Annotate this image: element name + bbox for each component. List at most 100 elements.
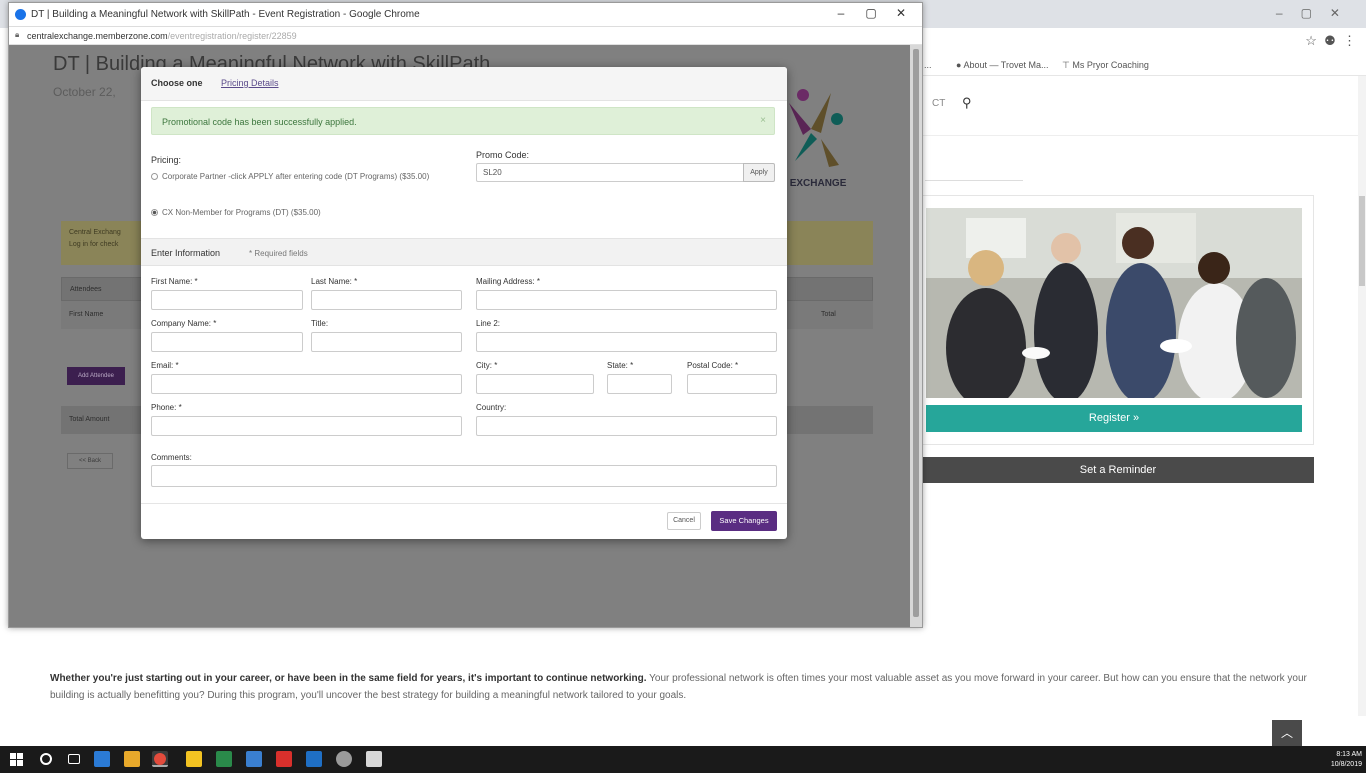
- close-icon[interactable]: ×: [760, 115, 766, 126]
- radio-selected-icon[interactable]: [151, 209, 158, 216]
- state-field[interactable]: [607, 374, 672, 394]
- line2-label: Line 2:: [476, 319, 501, 328]
- star-and-profile-icons[interactable]: ☆ ⚉ ⋮: [1305, 33, 1356, 49]
- scrollbar-thumb[interactable]: [913, 49, 919, 617]
- site-nav: CT ⚲: [922, 76, 1366, 136]
- postal-code-field[interactable]: [687, 374, 777, 394]
- close-icon[interactable]: ✕: [886, 6, 916, 20]
- city-label: City: *: [476, 361, 498, 370]
- networking-photo: [926, 208, 1302, 398]
- windows-taskbar: 8:13 AM 10/8/2019: [0, 746, 1366, 773]
- background-window-controls[interactable]: –▢✕: [1276, 6, 1358, 20]
- comments-label: Comments:: [151, 453, 192, 462]
- country-label: Country:: [476, 403, 507, 412]
- photos-icon[interactable]: [366, 751, 382, 767]
- popup-window-title: DT | Building a Meaningful Network with …: [31, 9, 420, 20]
- bookmark-item[interactable]: ...: [924, 60, 932, 70]
- chrome-icon: [15, 9, 26, 20]
- page-scrollbar[interactable]: [1358, 76, 1366, 716]
- radio-icon[interactable]: [151, 173, 158, 180]
- email-label: Email: *: [151, 361, 179, 370]
- company-name-label: Company Name: *: [151, 319, 217, 328]
- registration-popup-window: DT | Building a Meaningful Network with …: [8, 2, 923, 628]
- cortana-icon[interactable]: [40, 753, 52, 765]
- set-reminder-button[interactable]: Set a Reminder: [922, 457, 1314, 483]
- nav-tail-text[interactable]: CT: [932, 98, 945, 109]
- scrollbar-thumb[interactable]: [1359, 196, 1365, 286]
- first-name-label: First Name: *: [151, 277, 198, 286]
- line2-field[interactable]: [476, 332, 777, 352]
- sticky-notes-icon[interactable]: [186, 751, 202, 767]
- search-icon[interactable]: ⚲: [962, 95, 972, 111]
- city-field[interactable]: [476, 374, 594, 394]
- title-label: Title:: [311, 319, 329, 328]
- clock-date: 10/8/2019: [1330, 761, 1362, 768]
- file-explorer-icon[interactable]: [124, 751, 140, 767]
- taskbar-app-icon[interactable]: [94, 751, 110, 767]
- promo-success-message: Promotional code has been successfully a…: [162, 117, 357, 127]
- bookmark-item[interactable]: ⊤ Ms Pryor Coaching: [1062, 60, 1149, 71]
- phone-label: Phone: *: [151, 403, 182, 412]
- save-changes-button[interactable]: Save Changes: [711, 511, 777, 531]
- last-name-label: Last Name: *: [311, 277, 358, 286]
- required-fields-note: * Required fields: [249, 249, 308, 258]
- cancel-button[interactable]: Cancel: [667, 512, 701, 530]
- last-name-field[interactable]: [311, 290, 462, 310]
- clock-time: 8:13 AM: [1336, 751, 1362, 758]
- comments-textarea[interactable]: [151, 465, 777, 487]
- title-field[interactable]: [311, 332, 462, 352]
- email-field[interactable]: [151, 374, 462, 394]
- logo-text: L EXCHANGE: [781, 178, 847, 189]
- excel-icon[interactable]: [216, 751, 232, 767]
- enter-information-bar: Enter Information * Required fields: [141, 238, 787, 266]
- first-name-field[interactable]: [151, 290, 303, 310]
- pricing-option-label: CX Non-Member for Programs (DT) ($35.00): [162, 208, 321, 217]
- mailing-address-field[interactable]: [476, 290, 777, 310]
- underlying-alert-text: Log in for check: [69, 241, 119, 248]
- task-view-icon[interactable]: [68, 754, 80, 764]
- divider: [925, 180, 1023, 181]
- pricing-option-corporate[interactable]: Corporate Partner -click APPLY after ent…: [151, 171, 441, 182]
- state-label: State: *: [607, 361, 634, 370]
- mailing-address-label: Mailing Address: *: [476, 277, 541, 286]
- popup-address-bar[interactable]: 🔒︎ centralexchange.memberzone.com/eventr…: [9, 27, 922, 45]
- windows-start-icon[interactable]: [10, 753, 23, 766]
- promo-code-input[interactable]: SL20: [476, 163, 744, 182]
- column-total: Total: [821, 311, 836, 318]
- acrobat-icon[interactable]: [276, 751, 292, 767]
- outlook-icon[interactable]: [246, 751, 262, 767]
- country-field[interactable]: [476, 416, 777, 436]
- chrome-taskbar-icon[interactable]: [152, 751, 168, 767]
- pricing-option-non-member[interactable]: CX Non-Member for Programs (DT) ($35.00): [151, 207, 441, 218]
- choose-pricing-modal: Choose one Pricing Details Promotional c…: [141, 67, 787, 539]
- underlying-event-date: October 22,: [53, 85, 116, 99]
- popup-scrollbar[interactable]: [910, 45, 922, 627]
- company-name-field[interactable]: [151, 332, 303, 352]
- postal-code-label: Postal Code: *: [687, 361, 739, 370]
- pricing-details-link[interactable]: Pricing Details: [221, 78, 279, 88]
- modal-header: Choose one Pricing Details: [141, 67, 787, 101]
- bookmark-item[interactable]: ● About — Trovet Ma...: [956, 60, 1049, 70]
- promo-success-alert: Promotional code has been successfully a…: [151, 107, 775, 135]
- system-clock[interactable]: 8:13 AM 10/8/2019: [1331, 750, 1362, 770]
- enter-information-heading: Enter Information: [151, 248, 221, 258]
- pricing-option-label: Corporate Partner -click APPLY after ent…: [162, 172, 430, 181]
- promo-code-label: Promo Code:: [476, 150, 530, 160]
- popup-window-controls: – ▢ ✕: [826, 6, 916, 20]
- description-lead: Whether you're just starting out in your…: [50, 673, 647, 684]
- pricing-label: Pricing:: [151, 155, 182, 165]
- apply-button[interactable]: Apply: [743, 163, 775, 182]
- back-to-top-button[interactable]: ︿: [1272, 720, 1302, 746]
- event-description: Whether you're just starting out in your…: [50, 670, 1320, 704]
- bookmarks-bar: ... ● About — Trovet Ma... ⊤ Ms Pryor Co…: [922, 54, 1366, 76]
- phone-field[interactable]: [151, 416, 462, 436]
- minimize-icon[interactable]: –: [826, 6, 856, 20]
- background-toolbar: ☆ ⚉ ⋮: [922, 28, 1366, 54]
- register-button[interactable]: Register »: [926, 405, 1302, 432]
- maximize-icon[interactable]: ▢: [856, 6, 886, 20]
- back-button: << Back: [67, 453, 113, 469]
- word-icon[interactable]: [306, 751, 322, 767]
- popup-url: centralexchange.memberzone.com/eventregi…: [27, 31, 297, 41]
- column-first-name: First Name: [69, 311, 104, 318]
- settings-icon[interactable]: [336, 751, 352, 767]
